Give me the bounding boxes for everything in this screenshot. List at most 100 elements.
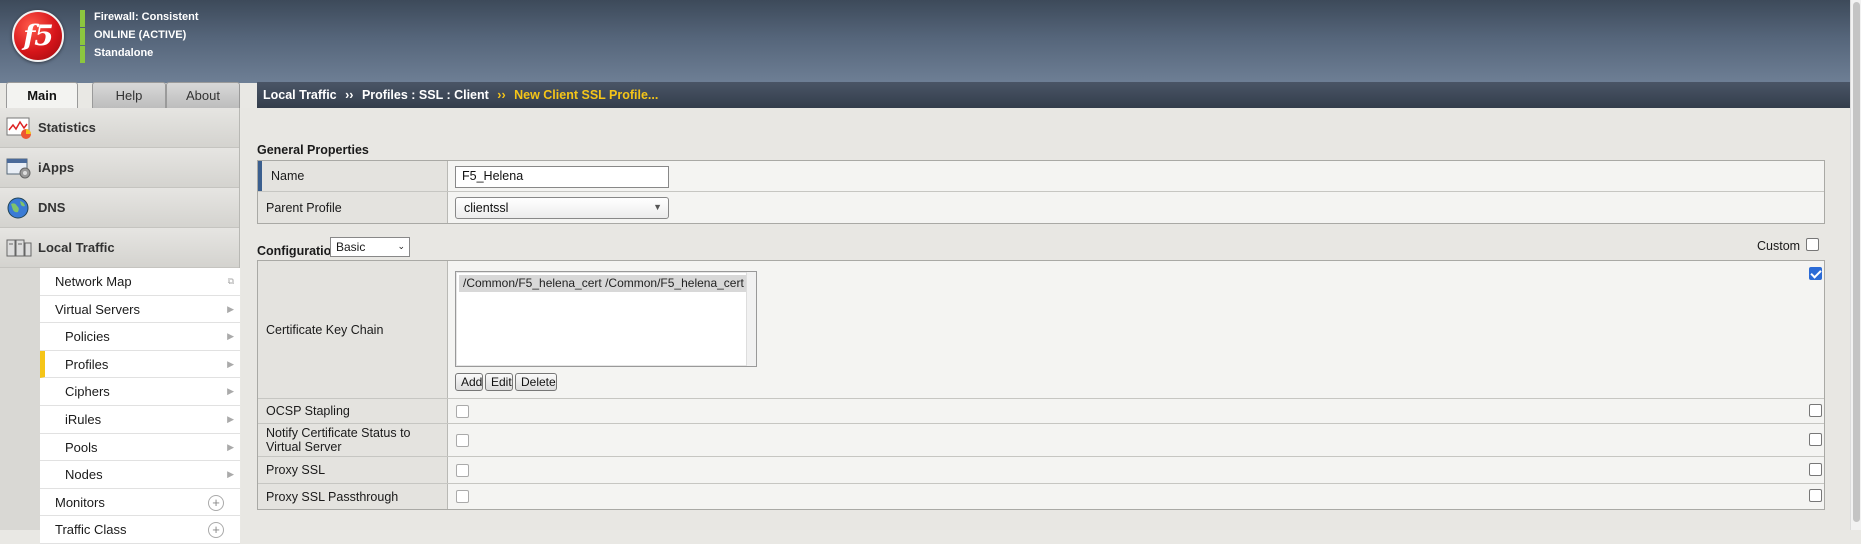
- sidebar-item-nodes[interactable]: Nodes ▶: [40, 461, 240, 489]
- sidebar-item-label: Virtual Servers: [55, 301, 141, 317]
- sidebar-item-label: Ciphers: [65, 384, 110, 400]
- add-button[interactable]: Add: [455, 373, 483, 391]
- system-status: Firewall: Consistent ONLINE (ACTIVE) Sta…: [80, 10, 199, 64]
- main-content: General Properties Name F5_Helena Parent…: [241, 108, 1850, 530]
- breadcrumb-current: New Client SSL Profile...: [514, 88, 659, 102]
- sidebar-item-label: Pools: [65, 439, 98, 455]
- sidebar-item-label: Policies: [65, 329, 110, 345]
- sidebar-item-pools[interactable]: Pools ▶: [40, 433, 240, 462]
- tab-about[interactable]: About: [166, 82, 240, 108]
- sidebar-item-network-map[interactable]: Network Map ⧉: [40, 268, 240, 296]
- configuration-select[interactable]: Basic ⌄: [330, 237, 410, 257]
- breadcrumb-local-traffic[interactable]: Local Traffic: [263, 88, 337, 102]
- proxy-ssl-passthrough-label: Proxy SSL Passthrough: [258, 484, 448, 509]
- breadcrumb-separator: ››: [345, 88, 354, 102]
- name-input[interactable]: F5_Helena: [455, 166, 669, 188]
- custom-proxy-ssl-checkbox[interactable]: [1809, 463, 1822, 476]
- row-name: Name F5_Helena: [258, 161, 1824, 192]
- dns-globe-icon: [7, 197, 29, 219]
- parent-profile-select[interactable]: clientssl ▼: [455, 197, 669, 219]
- row-certificate-key-chain: Certificate Key Chain /Common/F5_helena_…: [258, 261, 1824, 399]
- notify-cert-status-label: Notify Certificate Status to Virtual Ser…: [258, 424, 448, 456]
- certificate-key-chain-cell: /Common/F5_helena_cert /Common/F5_helena…: [449, 261, 1824, 398]
- sidebar-item-irules[interactable]: iRules ▶: [40, 405, 240, 434]
- local-traffic-submenu: Network Map ⧉ Virtual Servers ▶ Policies…: [40, 268, 240, 544]
- row-ocsp-stapling: OCSP Stapling: [258, 399, 1824, 424]
- row-proxy-ssl-passthrough: Proxy SSL Passthrough: [258, 484, 1824, 509]
- iapps-icon: [6, 158, 31, 179]
- certificate-key-chain-label: Certificate Key Chain: [258, 261, 448, 398]
- tab-main[interactable]: Main: [6, 82, 78, 109]
- sidebar-item-traffic-class[interactable]: Traffic Class +: [40, 516, 240, 544]
- breadcrumb-separator: ››: [497, 88, 506, 102]
- parent-profile-label: Parent Profile: [258, 192, 448, 223]
- sidebar-item-policies[interactable]: Policies ▶: [40, 323, 240, 351]
- sidebar-item-label: iApps: [38, 160, 75, 175]
- breadcrumb-profiles-ssl-client[interactable]: Profiles : SSL : Client: [362, 88, 489, 102]
- parent-profile-value-cell: clientssl ▼: [449, 192, 1824, 223]
- status-online: ONLINE (ACTIVE): [80, 28, 199, 45]
- row-parent-profile: Parent Profile clientssl ▼: [258, 192, 1824, 223]
- name-label: Name: [258, 161, 448, 191]
- sidebar-item-label: iRules: [65, 411, 102, 427]
- chevron-right-icon: ▶: [227, 469, 234, 480]
- section-title-general: General Properties: [257, 143, 369, 157]
- scrollbar-thumb[interactable]: [1853, 2, 1860, 522]
- page-scrollbar[interactable]: [1850, 0, 1861, 530]
- general-properties-table: Name F5_Helena Parent Profile clientssl …: [257, 160, 1825, 224]
- f5-logo[interactable]: f5: [12, 10, 64, 62]
- proxy-ssl-passthrough-checkbox[interactable]: [456, 490, 469, 503]
- breadcrumb: Local Traffic ›› Profiles : SSL : Client…: [257, 82, 1850, 108]
- certificate-key-chain-list[interactable]: /Common/F5_helena_cert /Common/F5_helena…: [455, 271, 757, 367]
- sidebar-item-label: DNS: [38, 200, 66, 215]
- add-icon[interactable]: +: [208, 522, 224, 539]
- proxy-ssl-checkbox[interactable]: [456, 464, 469, 477]
- list-scrollbar[interactable]: [746, 272, 756, 366]
- custom-all-checkbox[interactable]: [1806, 238, 1819, 251]
- row-notify-certificate-status: Notify Certificate Status to Virtual Ser…: [258, 424, 1824, 457]
- statistics-icon: [6, 117, 31, 139]
- sidebar-item-profiles[interactable]: Profiles ▶: [40, 350, 240, 379]
- custom-ocsp-stapling-checkbox[interactable]: [1809, 404, 1822, 417]
- sidebar-item-monitors[interactable]: Monitors +: [40, 488, 240, 517]
- header-banner: f5 Firewall: Consistent ONLINE (ACTIVE) …: [0, 0, 1850, 83]
- sidebar-item-label: Monitors: [55, 494, 105, 510]
- local-traffic-icon: [6, 239, 32, 257]
- sidebar-item-label: Network Map: [55, 274, 132, 289]
- sidebar-item-statistics[interactable]: Statistics: [0, 108, 239, 148]
- sidebar-item-label: Local Traffic: [38, 240, 115, 255]
- chevron-right-icon: ▶: [227, 386, 234, 397]
- status-standalone: Standalone: [80, 46, 199, 63]
- row-proxy-ssl: Proxy SSL: [258, 457, 1824, 484]
- status-firewall: Firewall: Consistent: [80, 10, 199, 27]
- edit-button[interactable]: Edit: [485, 373, 513, 391]
- sidebar-item-label: Profiles: [65, 356, 109, 372]
- sidebar: Statistics iApps DNS Local Traffic Netwo…: [0, 108, 240, 544]
- chevron-right-icon: ▶: [227, 303, 234, 314]
- add-icon[interactable]: +: [208, 494, 224, 511]
- tab-help[interactable]: Help: [92, 82, 166, 108]
- sidebar-item-ciphers[interactable]: Ciphers ▶: [40, 378, 240, 406]
- ocsp-stapling-checkbox[interactable]: [456, 405, 469, 418]
- proxy-ssl-label: Proxy SSL: [258, 457, 448, 483]
- chevron-right-icon: ▶: [227, 358, 234, 369]
- ocsp-stapling-label: OCSP Stapling: [258, 399, 448, 423]
- custom-cert-chain-checkbox[interactable]: [1809, 267, 1822, 280]
- name-value-cell: F5_Helena: [449, 161, 1824, 191]
- expand-icon: ⧉: [227, 276, 234, 286]
- custom-proxy-ssl-passthrough-checkbox[interactable]: [1809, 489, 1822, 502]
- notify-cert-status-checkbox[interactable]: [456, 434, 469, 447]
- sidebar-item-dns[interactable]: DNS: [0, 188, 239, 228]
- list-item[interactable]: /Common/F5_helena_cert /Common/F5_helena…: [459, 275, 746, 292]
- sidebar-item-local-traffic[interactable]: Local Traffic: [0, 228, 239, 268]
- chevron-right-icon: ▶: [227, 441, 234, 452]
- delete-button[interactable]: Delete: [515, 373, 557, 391]
- ocsp-stapling-cell: [449, 399, 1824, 423]
- custom-notify-cert-status-checkbox[interactable]: [1809, 433, 1822, 446]
- sidebar-item-label: Nodes: [65, 467, 103, 483]
- notify-cert-status-cell: [449, 424, 1824, 456]
- configuration-value: Basic: [336, 240, 366, 254]
- sidebar-item-iapps[interactable]: iApps: [0, 148, 239, 188]
- sidebar-item-virtual-servers[interactable]: Virtual Servers ▶: [40, 295, 240, 324]
- chevron-down-icon: ⌄: [397, 241, 405, 251]
